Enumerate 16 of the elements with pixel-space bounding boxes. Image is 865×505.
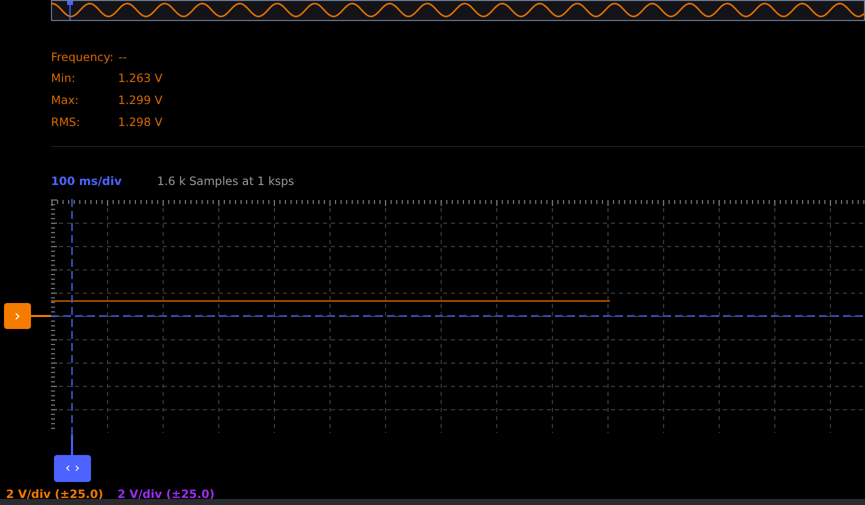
measurement-label: RMS: [51, 114, 82, 129]
measurement-value: 1.263 V [118, 71, 162, 86]
channel-scale[interactable]: 2 V/div (±25.0) [117, 487, 215, 502]
overview-cursor-icon[interactable] [67, 1, 73, 20]
channel-scale[interactable]: 2 V/div (±25.0) [6, 487, 104, 502]
measurement-value: 1.299 V [118, 92, 162, 107]
measurement-value: -- [118, 50, 127, 64]
sample-info: 1.6 k Samples at 1 ksps [157, 174, 294, 188]
timebase-scale: 100 ms/div [51, 174, 123, 188]
measurement-label: Min: [51, 71, 76, 86]
time-offset-handle[interactable]: ‹ › [54, 455, 91, 482]
measurement-value: 1.298 V [118, 114, 162, 129]
measurement-label: Frequency: [51, 50, 114, 64]
waveform-overview[interactable] [51, 0, 865, 21]
measurement-label: Max: [51, 92, 80, 107]
channel-offset-handle[interactable]: › [4, 303, 31, 330]
